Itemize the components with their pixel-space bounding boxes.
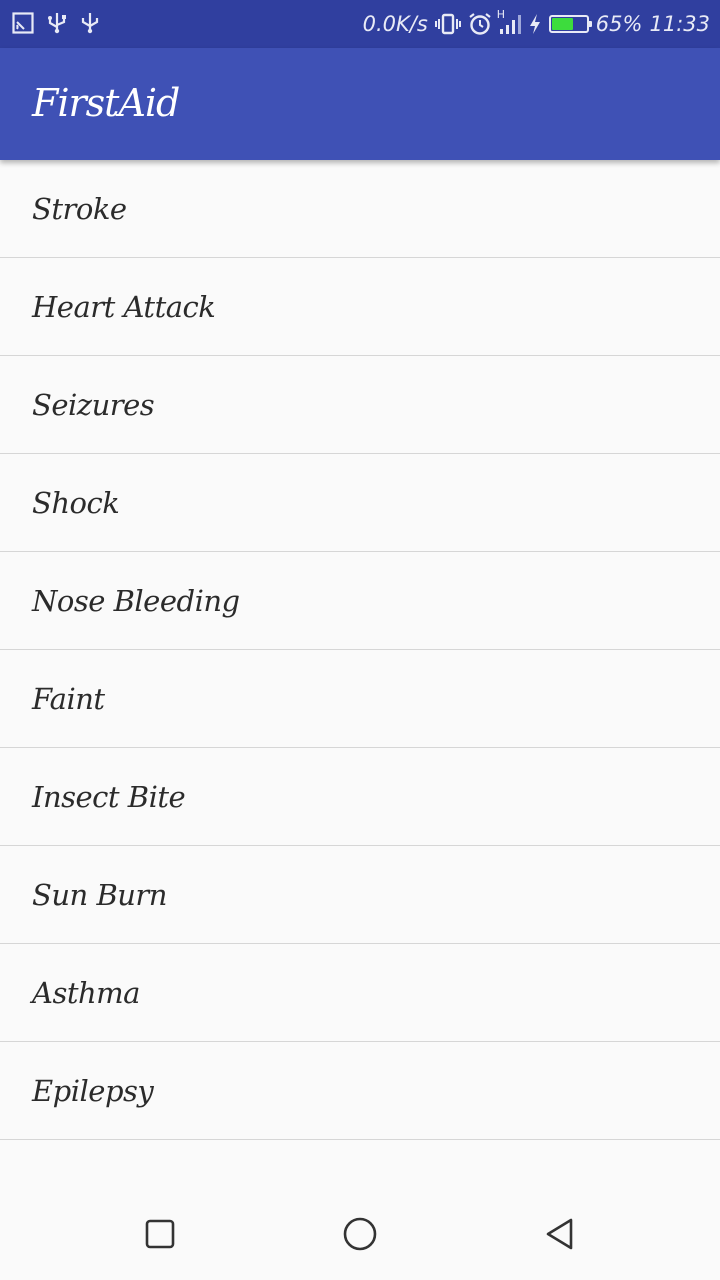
network-type: H	[496, 8, 506, 21]
list-item-label: Insect Bite	[32, 779, 186, 814]
charging-icon	[528, 13, 542, 35]
recents-button[interactable]	[136, 1212, 184, 1260]
app-title: FirstAid	[32, 81, 180, 125]
list-item-label: Shock	[32, 485, 120, 520]
list-item-label: Epilepsy	[32, 1073, 154, 1108]
screen-cast-icon	[12, 12, 34, 34]
status-right-info: 0.0K/s H 65% 11:33	[362, 8, 710, 38]
battery-icon	[548, 15, 592, 33]
list-item-stroke[interactable]: Stroke	[0, 160, 720, 258]
first-aid-topic-list: Stroke Heart Attack Seizures Shock Nose …	[0, 160, 720, 1140]
list-item-label: Asthma	[32, 975, 140, 1010]
list-item-label: Seizures	[32, 387, 155, 422]
usb-icon	[46, 12, 68, 34]
list-item-label: Nose Bleeding	[32, 583, 240, 618]
status-bar: 0.0K/s H 65% 11:33	[0, 0, 720, 48]
status-left-icons	[12, 12, 100, 34]
back-triangle-icon	[544, 1217, 576, 1255]
list-item-faint[interactable]: Faint	[0, 650, 720, 748]
usb-icon	[80, 12, 100, 34]
list-item-epilepsy[interactable]: Epilepsy	[0, 1042, 720, 1140]
back-button[interactable]	[536, 1212, 584, 1260]
list-item-label: Heart Attack	[32, 289, 216, 324]
list-item-seizures[interactable]: Seizures	[0, 356, 720, 454]
alarm-icon	[468, 12, 492, 36]
navigation-bar	[0, 1190, 720, 1280]
network-speed: 0.0K/s	[362, 12, 428, 36]
list-item-nose-bleeding[interactable]: Nose Bleeding	[0, 552, 720, 650]
list-item-heart-attack[interactable]: Heart Attack	[0, 258, 720, 356]
list-item-label: Faint	[32, 681, 105, 716]
home-button[interactable]	[336, 1212, 384, 1260]
list-item-label: Stroke	[32, 191, 127, 226]
home-circle-icon	[342, 1216, 378, 1256]
list-item-shock[interactable]: Shock	[0, 454, 720, 552]
app-bar: FirstAid	[0, 48, 720, 160]
list-item-label: Sun Burn	[32, 877, 167, 912]
battery-level-fill	[551, 18, 574, 30]
clock: 11:33	[649, 12, 710, 36]
list-item-sun-burn[interactable]: Sun Burn	[0, 846, 720, 944]
battery-percent: 65%	[595, 12, 643, 36]
list-item-insect-bite[interactable]: Insect Bite	[0, 748, 720, 846]
vibrate-icon	[434, 13, 461, 35]
list-item-asthma[interactable]: Asthma	[0, 944, 720, 1042]
recents-square-icon	[145, 1219, 175, 1253]
signal-icon: H	[497, 8, 521, 35]
